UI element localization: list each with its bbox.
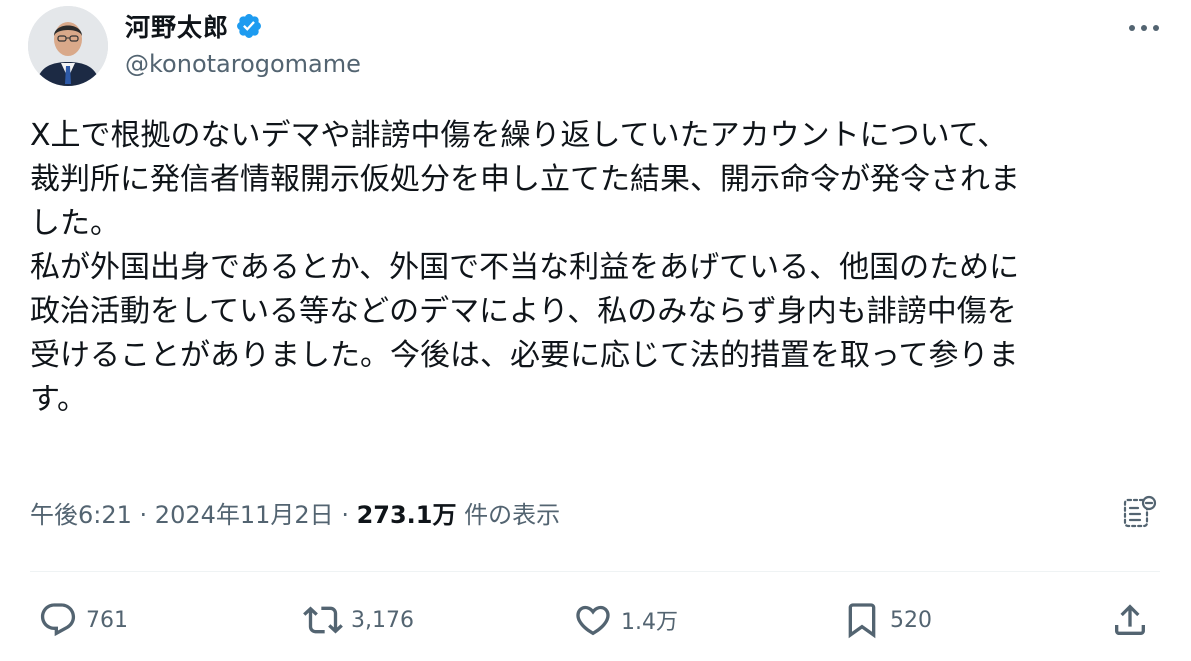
display-name[interactable]: 河野太郎 [125, 8, 229, 44]
tweet-line: X上で根拠のないデマや誹謗中傷を繰り返していたアカウントについて、 [30, 118, 1008, 153]
like-count: 1.4万 [621, 610, 678, 635]
tweet-line: 政治活動をしている等などのデマにより、私のみならず身内も誹謗中傷を [30, 294, 1017, 329]
meta-separator: · [131, 501, 155, 529]
tweet-header: 河野太郎 @konotarogomame [28, 6, 1168, 86]
tweet-line: 受けることがありました。今後は、必要に応じて法的措置を取って参りま [30, 338, 1019, 373]
avatar[interactable] [28, 6, 108, 86]
divider [30, 571, 1160, 572]
reply-icon [40, 603, 76, 637]
verified-badge-icon[interactable] [235, 12, 263, 40]
tweet-text: X上で根拠のないデマや誹謗中傷を繰り返していたアカウントについて、 裁判所に発信… [30, 114, 1155, 422]
reply-button[interactable]: 761 [38, 596, 128, 644]
bookmark-button[interactable]: 520 [842, 596, 932, 644]
tweet-line: した。 [30, 206, 120, 241]
share-button[interactable] [1110, 596, 1150, 644]
tweet-line: 裁判所に発信者情報開示仮処分を申し立てた結果、開示命令が発令されま [30, 162, 1020, 197]
tweet-line: 私が外国出身であるとか、外国で不当な利益をあげている、他国のために [30, 250, 1020, 285]
tweet-time[interactable]: 午後6:21 [30, 501, 132, 529]
bookmark-icon [848, 603, 876, 639]
avatar-image [28, 6, 108, 86]
like-button[interactable]: 1.4万 [573, 596, 678, 644]
bookmark-count: 520 [890, 607, 932, 633]
handle[interactable]: @konotarogomame [125, 50, 361, 78]
reply-count: 761 [86, 607, 128, 633]
community-notes-icon[interactable] [1120, 494, 1158, 532]
repost-icon [303, 606, 343, 634]
tweet-meta: 午後6:21 · 2024年11月2日 · 273.1万 件の表示 [30, 495, 560, 530]
name-row: 河野太郎 [125, 8, 263, 44]
tweet-line: す。 [30, 382, 87, 417]
tweet-date[interactable]: 2024年11月2日 [155, 501, 334, 529]
views-label: 件の表示 [456, 501, 561, 529]
heart-icon [576, 605, 610, 636]
views-count[interactable]: 273.1万 [357, 501, 457, 529]
repost-count: 3,176 [351, 607, 414, 633]
repost-button[interactable]: 3,176 [303, 596, 414, 644]
meta-separator: · [333, 501, 357, 529]
share-icon [1115, 604, 1145, 635]
more-options-icon[interactable] [1124, 16, 1164, 40]
action-bar: 761 3,176 1.4万 520 [30, 596, 1160, 646]
